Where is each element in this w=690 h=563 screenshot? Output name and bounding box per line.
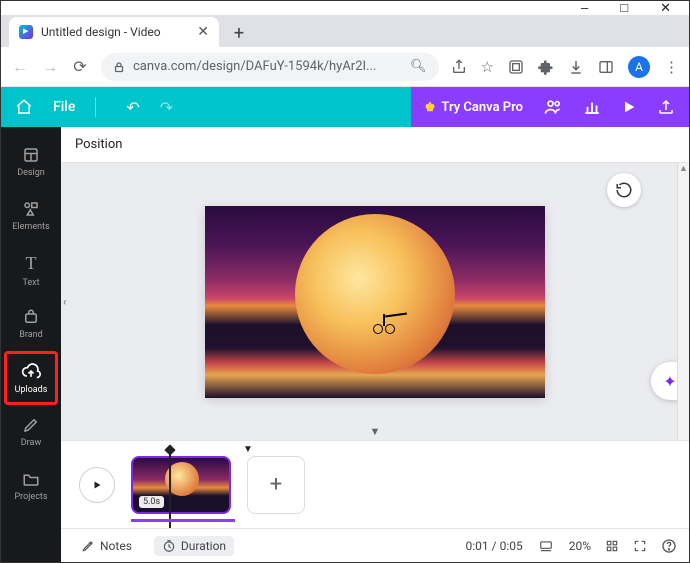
crown-icon: ♚ <box>425 100 436 114</box>
pencil-icon <box>22 416 40 434</box>
text-icon: T <box>26 253 37 274</box>
divider <box>95 97 96 117</box>
design-canvas[interactable] <box>205 206 545 398</box>
grid-view-icon[interactable] <box>605 539 619 553</box>
export-icon[interactable] <box>657 98 675 116</box>
extensions-icon[interactable] <box>538 59 554 75</box>
zoom-lens-icon[interactable]: 🔍︎ <box>410 59 427 74</box>
rail-uploads[interactable]: Uploads <box>4 351 58 405</box>
rail-label: Text <box>22 278 39 288</box>
rail-label: Projects <box>15 492 48 502</box>
scroll-up-icon[interactable]: ▲ <box>678 163 689 174</box>
duration-label: Duration <box>181 539 226 553</box>
collapse-panel-left-icon[interactable]: ‹ <box>61 285 68 318</box>
address-bar[interactable]: canva.com/design/DAFuY-1594k/hyAr2I... 🔍… <box>101 53 439 81</box>
playhead[interactable] <box>169 450 171 528</box>
collaborators-icon[interactable] <box>543 97 563 117</box>
browser-toolbar: ← → ⟳ canva.com/design/DAFuY-1594k/hyAr2… <box>1 47 689 87</box>
new-tab-button[interactable]: + <box>225 19 253 47</box>
notes-icon <box>81 539 95 553</box>
brand-icon <box>22 308 40 326</box>
collapse-timeline-icon[interactable]: ▼ <box>352 423 399 440</box>
share-icon[interactable] <box>451 59 467 75</box>
nav-back-icon[interactable]: ← <box>11 57 29 77</box>
canvas-viewport[interactable]: ‹ ✦ ▲ ▼ <box>61 163 689 440</box>
tab-title: Untitled design - Video <box>41 25 161 39</box>
add-page-button[interactable]: + <box>247 456 305 514</box>
redo-icon[interactable]: ↷ <box>160 98 173 117</box>
browser-tabstrip: Untitled design - Video ✕ + <box>1 15 689 47</box>
window-maximize-icon[interactable]: □ <box>620 0 628 16</box>
bottom-bar: Notes Duration 0:01 / 0:05 20% <box>61 528 689 562</box>
rail-projects[interactable]: Projects <box>1 459 61 513</box>
kebab-menu-icon[interactable]: ⋮ <box>664 58 679 76</box>
sidepanel-icon[interactable] <box>598 59 614 75</box>
lock-icon <box>113 61 125 73</box>
present-play-icon[interactable] <box>621 99 637 115</box>
nav-forward-icon[interactable]: → <box>41 57 59 77</box>
rail-label: Uploads <box>15 385 48 395</box>
context-toolbar: Position <box>61 127 689 163</box>
try-pro-button[interactable]: ♚ Try Canva Pro <box>425 100 523 115</box>
position-button[interactable]: Position <box>75 137 122 152</box>
rail-label: Elements <box>12 222 49 232</box>
fullscreen-icon[interactable] <box>633 539 647 553</box>
help-icon[interactable] <box>661 538 677 554</box>
regenerate-button[interactable] <box>607 173 641 207</box>
editor-area: Position ‹ ✦ ▲ ▼ ▼ <box>61 127 689 562</box>
nav-reload-icon[interactable]: ⟳ <box>71 57 89 76</box>
duration-icon <box>162 539 176 553</box>
play-button[interactable] <box>79 467 115 503</box>
rail-elements[interactable]: Elements <box>1 189 61 243</box>
clip-audio-track <box>131 519 235 522</box>
folder-icon <box>22 470 40 488</box>
shapes-icon <box>22 200 40 218</box>
notes-label: Notes <box>100 539 132 553</box>
time-display: 0:01 / 0:05 <box>466 539 523 553</box>
notes-button[interactable]: Notes <box>73 536 140 556</box>
url-text: canva.com/design/DAFuY-1594k/hyAr2I... <box>133 59 376 74</box>
window-close-icon[interactable]: ✕ <box>660 1 671 16</box>
rail-label: Design <box>17 168 45 178</box>
rail-brand[interactable]: Brand <box>1 297 61 351</box>
rail-label: Draw <box>21 438 41 448</box>
rail-design[interactable]: Design <box>1 135 61 189</box>
window-titlebar: ‒ □ ✕ <box>1 1 689 15</box>
vertical-scrollbar[interactable]: ▲ <box>677 163 689 440</box>
translate-icon[interactable] <box>508 59 524 75</box>
analytics-icon[interactable] <box>583 98 601 116</box>
left-rail: Design Elements T Text Brand Uploads <box>1 127 61 562</box>
download-icon[interactable] <box>568 59 584 75</box>
home-icon[interactable] <box>15 98 33 116</box>
undo-icon[interactable]: ↶ <box>126 98 139 117</box>
app-topnav: File ↶ ↷ ♚ Try Canva Pro <box>1 87 689 127</box>
zoom-level[interactable]: 20% <box>569 539 591 553</box>
bookmark-star-icon[interactable]: ☆ <box>481 58 494 76</box>
playhead-marker-icon: ▼ <box>243 444 253 455</box>
view-slides-icon[interactable] <box>537 539 555 553</box>
file-menu[interactable]: File <box>53 99 75 115</box>
rail-draw[interactable]: Draw <box>1 405 61 459</box>
timeline: ▼ 5.0s + <box>61 440 689 528</box>
duration-button[interactable]: Duration <box>154 536 234 556</box>
upload-cloud-icon <box>21 361 41 381</box>
canvas-artwork <box>295 214 455 374</box>
canvas-artwork-figure <box>373 308 395 334</box>
browser-tab[interactable]: Untitled design - Video ✕ <box>9 17 219 47</box>
window-minimize-icon[interactable]: ‒ <box>581 0 588 16</box>
template-icon <box>22 146 40 164</box>
timeline-clip[interactable]: 5.0s <box>131 456 231 514</box>
tab-favicon-icon <box>19 25 33 39</box>
clip-duration-label: 5.0s <box>139 496 164 508</box>
rail-label: Brand <box>19 330 42 340</box>
tab-close-icon[interactable]: ✕ <box>197 24 209 40</box>
try-pro-label: Try Canva Pro <box>441 100 523 115</box>
profile-avatar[interactable]: A <box>628 56 650 78</box>
rail-text[interactable]: T Text <box>1 243 61 297</box>
